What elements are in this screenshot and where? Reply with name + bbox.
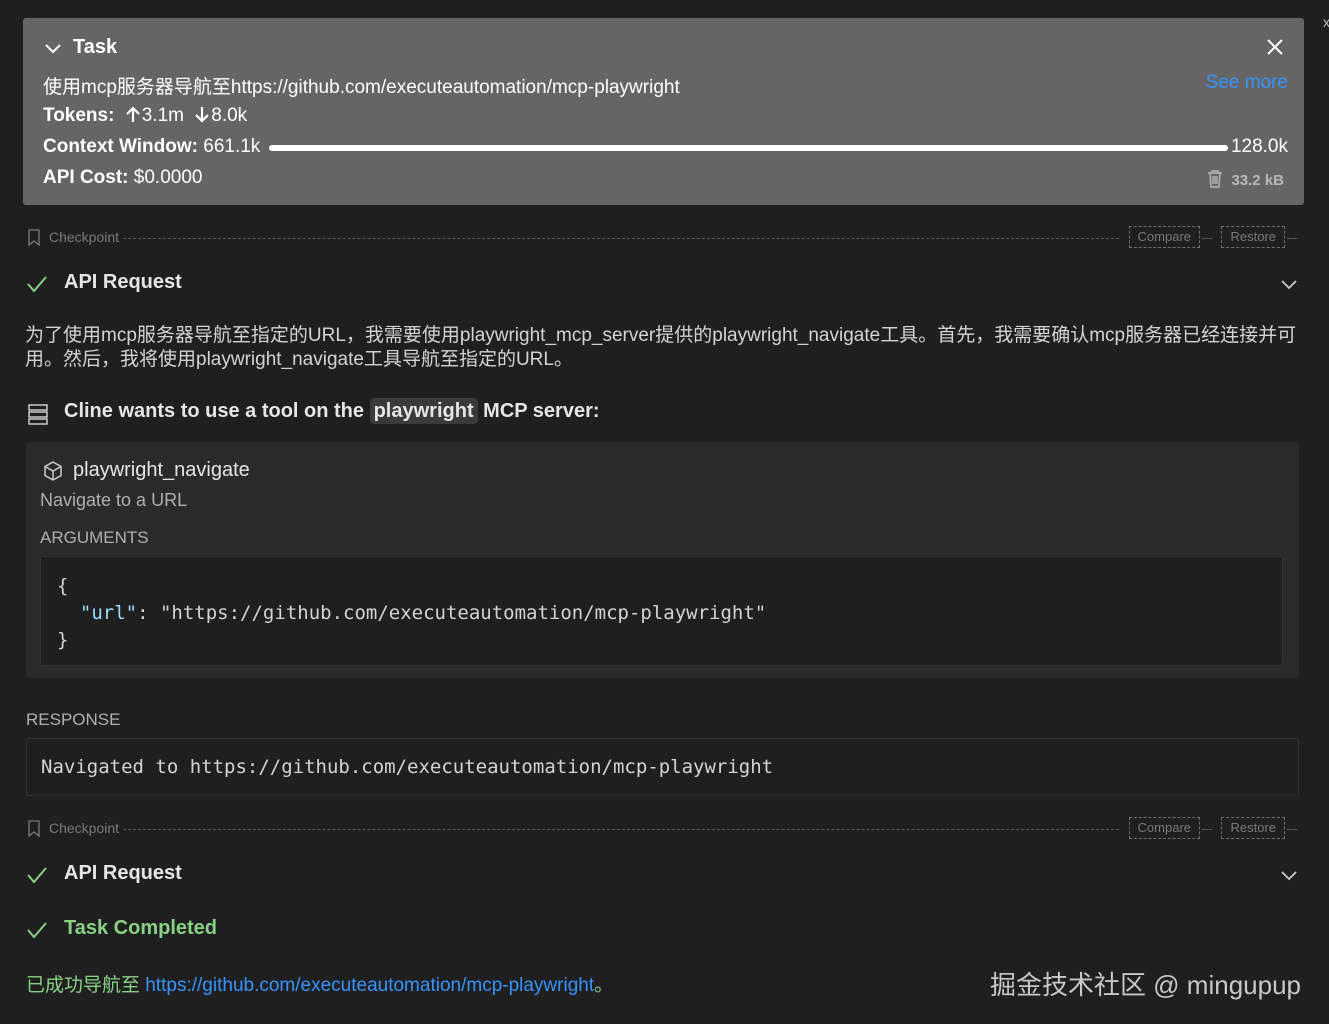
arg-close: } — [57, 629, 69, 651]
checkpoint-divider — [1202, 829, 1212, 830]
arguments-code: { "url": "https://github.com/executeauto… — [40, 556, 1283, 666]
cube-icon — [44, 461, 62, 481]
api-request-label: API Request — [64, 271, 182, 293]
edge-glyph: x — [1323, 14, 1329, 30]
check-icon — [27, 276, 47, 293]
checkpoint-row: Checkpoint Compare Restore — [27, 226, 1297, 248]
arrow-down-icon — [195, 107, 210, 123]
check-icon — [27, 922, 47, 939]
context-max: 128.0k — [1230, 136, 1288, 157]
compare-button[interactable]: Compare — [1128, 226, 1200, 248]
delete-task-button[interactable]: 33.2 kB — [1207, 169, 1284, 189]
tool-name: playwright_navigate — [73, 459, 250, 481]
tool-request-suffix: MCP server: — [483, 400, 600, 422]
tokens-out: 8.0k — [211, 105, 248, 126]
context-used: 661.1k — [203, 136, 261, 157]
checkpoint-label: Checkpoint — [49, 229, 120, 245]
cost-label: API Cost: — [43, 167, 129, 188]
tool-request-prefix: Cline wants to use a tool on the — [64, 400, 365, 422]
result-link[interactable]: https://github.com/executeautomation/mcp… — [145, 975, 594, 996]
bookmark-icon — [28, 229, 40, 246]
arg-sep: : — [137, 602, 160, 624]
task-header: Task 使用mcp服务器导航至https://github.com/execu… — [23, 18, 1304, 205]
checkpoint-divider — [123, 238, 1119, 239]
restore-button[interactable]: Restore — [1221, 226, 1285, 248]
bookmark-icon — [28, 820, 40, 837]
checkpoint-divider — [1202, 238, 1212, 239]
close-icon[interactable] — [1266, 38, 1284, 56]
tokens-in: 3.1m — [141, 105, 184, 126]
storage-size: 33.2 kB — [1231, 172, 1284, 189]
api-cost-row: API Cost: $0.0000 — [43, 167, 202, 189]
see-more-link[interactable]: See more — [1206, 72, 1288, 94]
chevron-down-icon[interactable] — [43, 38, 63, 58]
tool-card: playwright_navigate Navigate to a URL AR… — [26, 442, 1299, 678]
api-request-row[interactable]: API Request — [26, 862, 1298, 890]
reasoning-text: 为了使用mcp服务器导航至指定的URL，我需要使用playwright_mcp_… — [25, 325, 1297, 370]
arguments-header: ARGUMENTS — [40, 528, 149, 547]
api-request-label: API Request — [64, 862, 182, 884]
checkpoint-divider — [1287, 238, 1297, 239]
checkpoint-divider — [1287, 829, 1297, 830]
checkpoint-label: Checkpoint — [49, 820, 120, 836]
chevron-down-icon[interactable] — [1280, 275, 1298, 293]
cost-value: $0.0000 — [133, 167, 203, 188]
check-icon — [27, 867, 47, 884]
server-icon — [28, 404, 48, 425]
context-window-row: Context Window: 661.1k — [43, 136, 260, 158]
trash-icon — [1208, 170, 1223, 188]
tool-description: Navigate to a URL — [40, 490, 188, 510]
arg-value: "https://github.com/executeautomation/mc… — [159, 602, 767, 624]
server-name-badge: playwright — [369, 398, 478, 424]
task-title[interactable]: Task — [73, 36, 117, 59]
tokens-label: Tokens: — [43, 105, 115, 126]
task-completed-label: Task Completed — [64, 917, 217, 939]
response-text: Navigated to https://github.com/executea… — [26, 738, 1299, 796]
context-progress-bar — [269, 145, 1228, 151]
task-description: 使用mcp服务器导航至https://github.com/executeaut… — [43, 77, 680, 98]
watermark: 掘金技术社区 @ mingupup — [989, 970, 1301, 1000]
restore-button[interactable]: Restore — [1221, 817, 1285, 839]
context-label: Context Window: — [43, 136, 198, 157]
result-prefix: 已成功导航至 — [26, 975, 146, 996]
arg-open: { — [57, 575, 69, 597]
tool-request-text: Cline wants to use a tool on the playwri… — [64, 398, 600, 424]
arrow-up-icon — [125, 106, 140, 122]
compare-button[interactable]: Compare — [1128, 817, 1200, 839]
checkpoint-row: Checkpoint Compare Restore — [27, 817, 1297, 839]
checkpoint-divider — [123, 829, 1119, 830]
result-suffix: 。 — [594, 975, 614, 996]
tokens-row: Tokens: 3.1m 8.0k — [43, 105, 247, 127]
arg-key: "url" — [79, 602, 138, 624]
completion-result: 已成功导航至 https://github.com/executeautomat… — [26, 970, 613, 997]
api-request-row[interactable]: API Request — [26, 271, 1298, 299]
response-header: RESPONSE — [26, 710, 121, 729]
chevron-down-icon[interactable] — [1280, 866, 1298, 884]
